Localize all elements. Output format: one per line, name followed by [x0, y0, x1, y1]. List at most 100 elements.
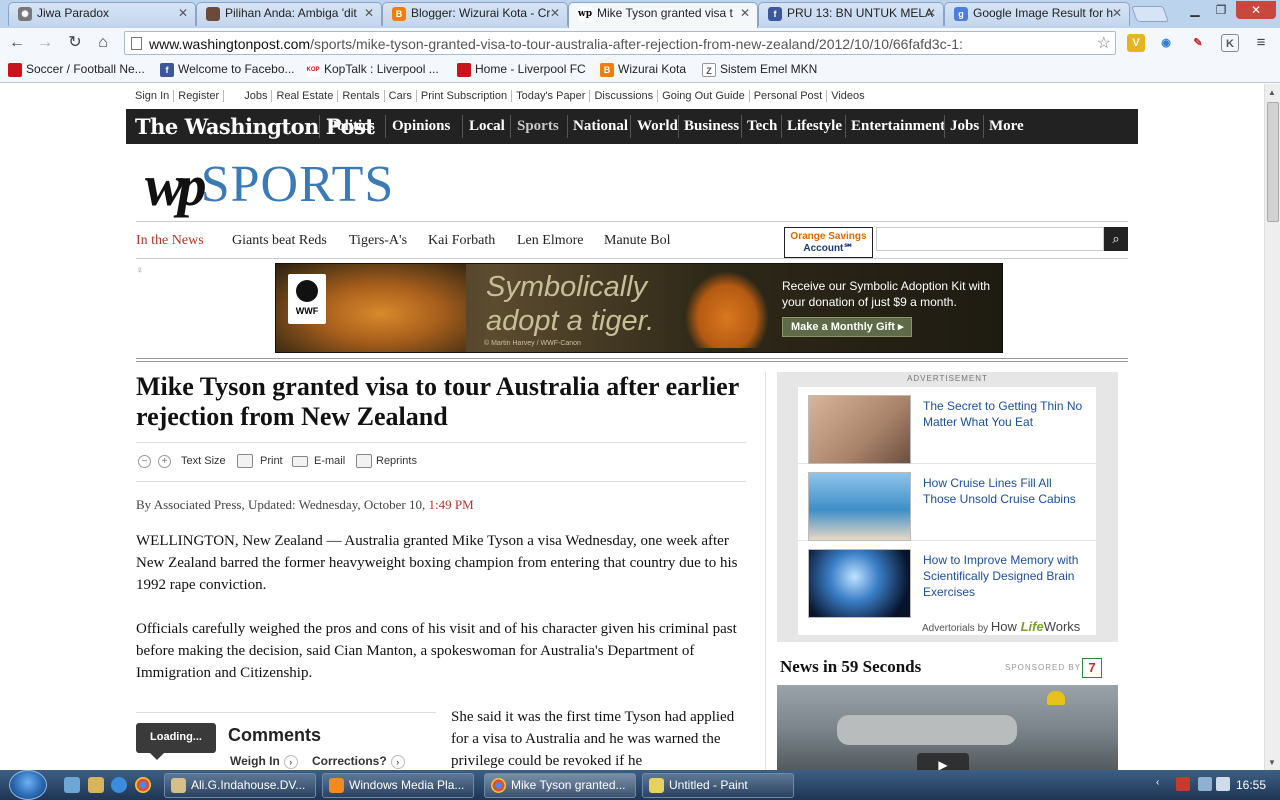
nav-jobs[interactable]: Jobs: [950, 118, 979, 135]
play-icon[interactable]: ▶: [917, 753, 969, 770]
taskbar-chrome-mike-tyson[interactable]: Mike Tyson granted...: [484, 773, 636, 798]
nav-business[interactable]: Business: [684, 118, 739, 135]
reprints-icon[interactable]: [356, 454, 372, 468]
advertorial-thumbnail[interactable]: [808, 549, 911, 618]
text-size-increase-button[interactable]: +: [158, 455, 171, 468]
tab-blogger[interactable]: B Blogger: Wizurai Kota - Cr ✕: [382, 2, 568, 26]
close-tab-icon[interactable]: ✕: [1112, 6, 1122, 20]
bookmark-liverpool[interactable]: Home - Liverpool FC: [457, 62, 586, 77]
forward-arrow-icon[interactable]: →: [34, 33, 56, 53]
bookmark-koptalk[interactable]: KOP KopTalk : Liverpool ...: [306, 62, 439, 77]
email-icon[interactable]: [292, 456, 308, 467]
bookmark-sistem-emel[interactable]: Z Sistem Emel MKN: [702, 62, 817, 77]
tab-jiwa-paradox[interactable]: ✺ Jiwa Paradox ✕: [8, 2, 196, 26]
back-arrow-icon[interactable]: ←: [6, 33, 28, 53]
reprints-link[interactable]: Reprints: [376, 455, 417, 467]
print-subscription-link[interactable]: Print Subscription: [416, 90, 513, 102]
wrench-menu-icon[interactable]: ≡: [1252, 34, 1270, 52]
news-link-manute-bol[interactable]: Manute Bol: [604, 233, 671, 249]
nav-entertainment[interactable]: Entertainment: [851, 118, 945, 135]
going-out-guide-link[interactable]: Going Out Guide: [658, 90, 750, 102]
taskbar-paint[interactable]: Untitled - Paint: [642, 773, 794, 798]
discussions-link[interactable]: Discussions: [590, 90, 659, 102]
taskbar-ali-g[interactable]: Ali.G.Indahouse.DV...: [164, 773, 316, 798]
tray-volume-icon[interactable]: [1216, 777, 1230, 791]
new-tab-button[interactable]: [1131, 6, 1169, 22]
nav-more[interactable]: More: [989, 118, 1024, 135]
tab-pilihan-anda[interactable]: Pilihan Anda: Ambiga 'dit ✕: [196, 2, 382, 26]
nav-local[interactable]: Local: [469, 118, 505, 135]
search-input[interactable]: [876, 227, 1104, 251]
scroll-up-icon[interactable]: ▲: [1268, 88, 1276, 97]
close-tab-icon[interactable]: ✕: [550, 6, 560, 20]
bookmark-wizurai[interactable]: B Wizurai Kota: [600, 62, 686, 77]
advertorial-item[interactable]: How to Improve Memory with Scientificall…: [798, 541, 1096, 618]
news-link-tigers[interactable]: Tigers-A's: [349, 233, 407, 249]
personal-post-link[interactable]: Personal Post: [749, 90, 828, 102]
real-estate-link[interactable]: Real Estate: [272, 90, 339, 102]
ad-choice-icon[interactable]: ♀: [136, 265, 144, 276]
nav-tech[interactable]: Tech: [747, 118, 777, 135]
internet-explorer-icon[interactable]: [111, 777, 127, 793]
advertorial-item[interactable]: The Secret to Getting Thin No Matter Wha…: [798, 387, 1096, 464]
news-link-len-elmore[interactable]: Len Elmore: [517, 233, 583, 249]
close-tab-icon[interactable]: ✕: [178, 6, 188, 20]
tab-mike-tyson[interactable]: wp Mike Tyson granted visa t ✕: [568, 2, 758, 28]
start-button[interactable]: [9, 770, 47, 800]
explorer-icon[interactable]: [88, 777, 104, 793]
advertorial-thumbnail[interactable]: [808, 472, 911, 541]
cars-link[interactable]: Cars: [384, 90, 417, 102]
bookmark-facebook[interactable]: f Welcome to Facebo...: [160, 62, 295, 77]
close-window-icon[interactable]: ✕: [1236, 1, 1276, 19]
todays-paper-link[interactable]: Today's Paper: [512, 90, 591, 102]
tray-expand-icon[interactable]: ‹: [1156, 777, 1170, 791]
print-icon[interactable]: [237, 454, 253, 468]
seven-eleven-logo[interactable]: 7: [1082, 658, 1102, 678]
chrome-icon[interactable]: [135, 777, 151, 793]
nav-lifestyle[interactable]: Lifestyle: [787, 118, 842, 135]
bookmark-soccer[interactable]: Soccer / Football Ne...: [8, 62, 145, 77]
monthly-gift-button[interactable]: Make a Monthly Gift ▸: [782, 317, 913, 337]
nav-world[interactable]: World: [637, 118, 678, 135]
close-tab-icon[interactable]: ✕: [364, 6, 374, 20]
scroll-down-icon[interactable]: ▼: [1268, 758, 1276, 767]
nav-sports[interactable]: Sports: [517, 118, 559, 135]
weigh-in-link[interactable]: Weigh In ›: [230, 754, 298, 769]
nav-national[interactable]: National: [573, 118, 628, 135]
rentals-link[interactable]: Rentals: [338, 90, 385, 102]
email-link[interactable]: E-mail: [314, 455, 345, 467]
taskbar-windows-media-player[interactable]: Windows Media Pla...: [322, 773, 474, 798]
register-link[interactable]: Register: [174, 90, 225, 102]
home-icon[interactable]: ⌂: [92, 33, 114, 53]
advertorials-by[interactable]: Advertorials by How LifeWorks: [922, 619, 1080, 634]
wwf-banner-ad[interactable]: WWF Symbolically adopt a tiger. Receive …: [275, 263, 1003, 353]
maximize-icon[interactable]: ❐: [1208, 1, 1234, 19]
advertorial-link[interactable]: How to Improve Memory with Scientificall…: [923, 552, 1088, 600]
orange-savings-ad[interactable]: Orange Savings Account℠: [784, 227, 873, 258]
corrections-link[interactable]: Corrections? ›: [312, 754, 405, 769]
extension-tool-icon[interactable]: ✎: [1189, 34, 1207, 52]
address-bar[interactable]: www.washingtonpost.com/sports/mike-tyson…: [124, 31, 1116, 55]
tray-security-icon[interactable]: [1176, 777, 1190, 791]
news-link-kai-forbath[interactable]: Kai Forbath: [428, 233, 495, 249]
page-scrollbar[interactable]: ▲ ▼: [1264, 84, 1280, 770]
tray-network-icon[interactable]: [1198, 777, 1212, 791]
tab-pru13[interactable]: f PRU 13: BN UNTUK MELA ✕: [758, 2, 944, 26]
text-size-decrease-button[interactable]: −: [138, 455, 151, 468]
taskbar-clock[interactable]: 16:55: [1236, 778, 1266, 792]
tab-google-image[interactable]: g Google Image Result for h ✕: [944, 2, 1130, 26]
print-link[interactable]: Print: [260, 455, 283, 467]
close-tab-icon[interactable]: ✕: [926, 6, 936, 20]
reload-icon[interactable]: ↻: [64, 33, 86, 53]
sign-in-link[interactable]: Sign In: [131, 90, 175, 102]
extension-k-icon[interactable]: K: [1221, 34, 1239, 52]
minimize-icon[interactable]: ▁: [1182, 1, 1208, 19]
extension-v-icon[interactable]: V: [1127, 34, 1145, 52]
advertorial-link[interactable]: The Secret to Getting Thin No Matter Wha…: [923, 398, 1088, 430]
news-link-giants[interactable]: Giants beat Reds: [232, 233, 327, 249]
advertorial-item[interactable]: How Cruise Lines Fill All Those Unsold C…: [798, 464, 1096, 541]
bookmark-star-icon[interactable]: ☆: [1097, 33, 1111, 53]
show-desktop-icon[interactable]: [64, 777, 80, 793]
jobs-link[interactable]: Jobs: [240, 90, 273, 102]
nav-politics[interactable]: Politics: [328, 118, 375, 135]
